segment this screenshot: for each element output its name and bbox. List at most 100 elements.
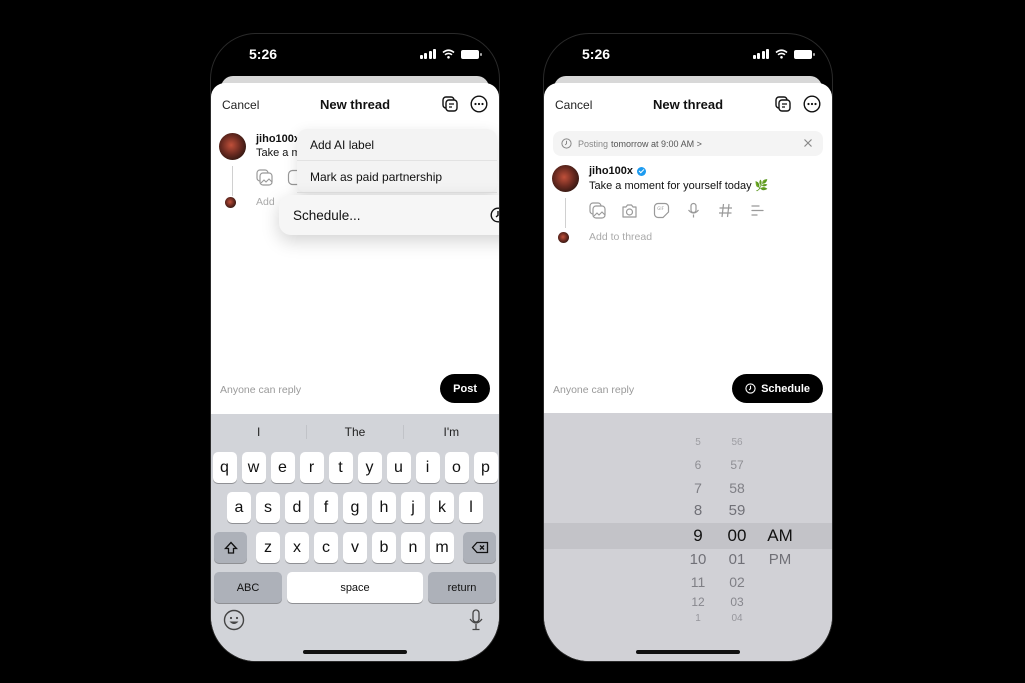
delete-key[interactable]	[463, 532, 496, 563]
key[interactable]: c	[314, 532, 338, 563]
avatar-small	[558, 232, 569, 243]
schedule-label: Schedule...	[293, 207, 361, 223]
drafts-icon[interactable]	[774, 95, 792, 113]
menu-item-schedule[interactable]: Schedule...	[279, 195, 499, 235]
key[interactable]: f	[314, 492, 338, 523]
key[interactable]: s	[256, 492, 280, 523]
period-option[interactable]: AM	[760, 526, 800, 546]
hour-option[interactable]: 9	[678, 526, 718, 546]
abc-key[interactable]: ABC	[214, 572, 282, 603]
schedule-button[interactable]: Schedule	[732, 374, 823, 403]
key[interactable]: y	[357, 452, 382, 483]
home-indicator[interactable]	[636, 650, 740, 654]
key[interactable]: v	[343, 532, 367, 563]
minute-option[interactable]: 58	[717, 480, 757, 496]
keyboard-bottom-bar	[211, 609, 499, 639]
key[interactable]: q	[212, 452, 237, 483]
return-key[interactable]: return	[428, 572, 496, 603]
key[interactable]: i	[415, 452, 440, 483]
key[interactable]: z	[256, 532, 280, 563]
svg-text:GIF: GIF	[657, 206, 664, 211]
space-key[interactable]: space	[287, 572, 423, 603]
hour-option[interactable]: 8	[678, 502, 718, 519]
key[interactable]: a	[227, 492, 251, 523]
microphone-icon[interactable]	[685, 202, 702, 219]
minute-option[interactable]: 00	[717, 526, 757, 546]
key[interactable]: j	[401, 492, 425, 523]
hour-option[interactable]: 6	[678, 458, 718, 472]
phone-left: 5:26 Cancel New thread jiho100x Take a m	[210, 33, 500, 662]
key[interactable]: t	[328, 452, 353, 483]
more-options-icon[interactable]	[803, 95, 821, 113]
hour-option[interactable]: 5	[678, 437, 718, 448]
key[interactable]: o	[444, 452, 469, 483]
avatar-small	[225, 197, 236, 208]
hashtag-icon[interactable]	[717, 202, 734, 219]
emoji-icon[interactable]	[223, 609, 245, 631]
reply-bar: Anyone can reply Post	[211, 374, 499, 406]
reply-audience[interactable]: Anyone can reply	[220, 384, 301, 396]
key[interactable]: m	[430, 532, 454, 563]
hour-option[interactable]: 1	[678, 613, 718, 624]
minute-option[interactable]: 04	[717, 613, 757, 624]
minute-option[interactable]: 59	[717, 502, 757, 519]
clock-icon	[745, 383, 756, 394]
gif-icon[interactable]: GIF	[653, 202, 670, 219]
suggestion[interactable]: The	[307, 425, 404, 439]
minute-option[interactable]: 02	[717, 574, 757, 590]
post-text[interactable]: Take a moment for yourself today 🌿	[589, 179, 832, 192]
hour-option[interactable]: 7	[678, 480, 718, 496]
schedule-banner[interactable]: Posting tomorrow at 9:00 AM >	[553, 131, 823, 156]
wifi-icon	[442, 49, 455, 59]
suggestion-bar: I The I'm	[211, 414, 499, 450]
key[interactable]: h	[372, 492, 396, 523]
minute-option[interactable]: 03	[717, 595, 757, 609]
key[interactable]: u	[386, 452, 411, 483]
key[interactable]: e	[270, 452, 295, 483]
menu-item-add-ai-label[interactable]: Add AI label	[297, 129, 497, 161]
reply-audience[interactable]: Anyone can reply	[553, 384, 634, 396]
minute-option[interactable]: 56	[717, 437, 757, 448]
hour-option[interactable]: 12	[678, 595, 718, 609]
key[interactable]: b	[372, 532, 396, 563]
clock-icon	[490, 207, 499, 223]
attachment-toolbar: GIF	[589, 202, 832, 219]
key[interactable]: n	[401, 532, 425, 563]
shift-key[interactable]	[214, 532, 247, 563]
menu-item-paid-partnership[interactable]: Mark as paid partnership	[297, 161, 497, 193]
period-option[interactable]: PM	[760, 551, 800, 568]
username: jiho100x	[589, 165, 832, 177]
key-row-4: ABC space return	[211, 572, 499, 603]
wifi-icon	[775, 49, 788, 59]
gallery-icon[interactable]	[256, 169, 273, 186]
suggestion[interactable]: I	[211, 425, 308, 439]
key[interactable]: g	[343, 492, 367, 523]
home-indicator[interactable]	[303, 650, 407, 654]
nav-bar: Cancel New thread	[544, 83, 832, 127]
poll-icon[interactable]	[749, 202, 766, 219]
status-bar: 5:26	[544, 34, 832, 76]
minute-option[interactable]: 01	[717, 551, 757, 568]
camera-icon[interactable]	[621, 202, 638, 219]
key[interactable]: x	[285, 532, 309, 563]
date-time-picker[interactable]: Mon Dec 9Tue Dec 10Wed Dec 11TodayFri De…	[544, 413, 832, 661]
gallery-icon[interactable]	[589, 202, 606, 219]
suggestion[interactable]: I'm	[404, 425, 499, 439]
key[interactable]: d	[285, 492, 309, 523]
close-icon[interactable]	[802, 137, 814, 149]
drafts-icon[interactable]	[441, 95, 459, 113]
hour-option[interactable]: 11	[678, 574, 718, 590]
hour-option[interactable]: 10	[678, 551, 718, 568]
key[interactable]: l	[459, 492, 483, 523]
key[interactable]: r	[299, 452, 324, 483]
minute-option[interactable]: 57	[717, 458, 757, 472]
key[interactable]: w	[241, 452, 266, 483]
microphone-icon[interactable]	[468, 609, 484, 631]
add-to-thread[interactable]: Add to thread	[544, 231, 832, 245]
key[interactable]: p	[473, 452, 498, 483]
post-button[interactable]: Post	[440, 374, 490, 403]
key[interactable]: k	[430, 492, 454, 523]
more-options-icon[interactable]	[470, 95, 488, 113]
backspace-icon	[471, 541, 488, 554]
status-bar: 5:26	[211, 34, 499, 76]
